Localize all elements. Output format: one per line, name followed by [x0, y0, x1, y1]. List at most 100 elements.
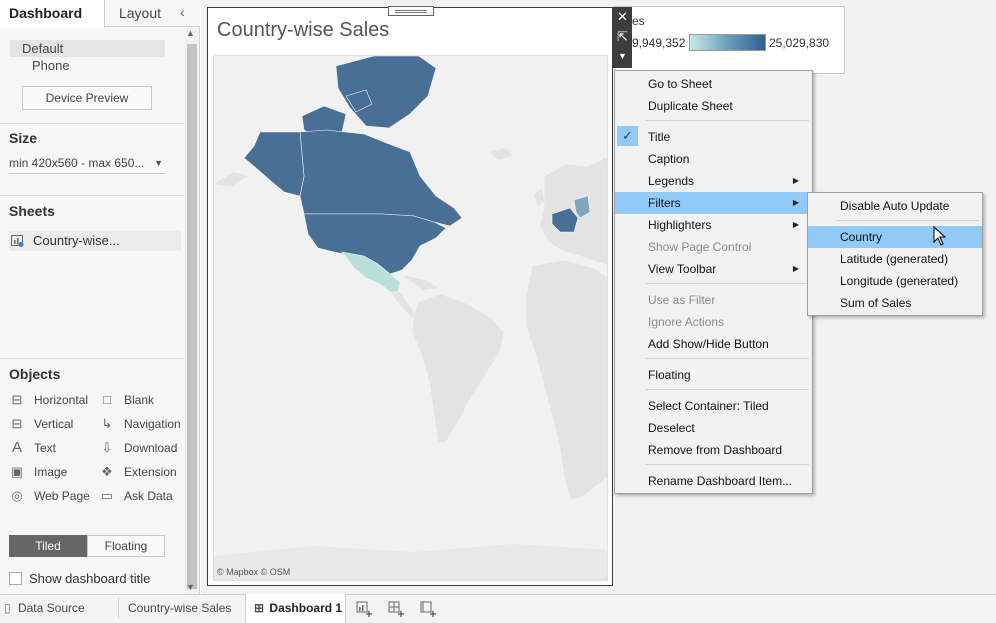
menu-item-label: Filters: [648, 196, 681, 210]
menu-item-rename-dashboard-item[interactable]: Rename Dashboard Item...: [615, 470, 812, 492]
legend-min-value: 9,949,352: [632, 36, 686, 50]
device-default[interactable]: Default: [10, 40, 165, 57]
zone-toolbar: ✕ ⇱ ▼: [613, 7, 632, 68]
legend-title: es: [632, 14, 645, 28]
menu-item-go-to-sheet[interactable]: Go to Sheet: [615, 73, 812, 95]
submenu-arrow-icon: ▶: [792, 264, 799, 273]
new-dashboard-icon[interactable]: [386, 598, 406, 618]
divider: [0, 123, 184, 124]
menu-item-ignore-actions: Ignore Actions: [648, 315, 725, 329]
uk-shape: [534, 188, 544, 206]
more-options-icon[interactable]: ▼: [613, 47, 632, 66]
left-pane: Dashboard Layout ‹ Default Phone Device …: [0, 0, 200, 594]
go-to-sheet-icon[interactable]: ⇱: [613, 27, 632, 46]
web-page-icon: ◎: [11, 488, 23, 503]
south-america-shape: [411, 293, 505, 443]
menu-item-legends[interactable]: Legends ▶: [615, 170, 812, 192]
objects-heading: Objects: [9, 366, 61, 382]
legend-color-ramp: [689, 34, 766, 51]
menu-item-view-toolbar[interactable]: View Toolbar ▶: [615, 258, 812, 280]
scroll-up-icon[interactable]: ▲: [186, 28, 195, 38]
menu-item-filters[interactable]: Filters ▶: [615, 192, 812, 214]
caribbean-shape: [404, 276, 438, 290]
database-icon: ▯: [4, 601, 11, 615]
menu-item-caption[interactable]: Caption: [615, 148, 812, 170]
world-map: [214, 56, 607, 580]
menu-separator: [646, 283, 809, 284]
horizontal-container-icon: ⊟: [11, 392, 23, 407]
floating-toggle[interactable]: Floating: [87, 535, 165, 557]
submenu-arrow-icon: ▶: [792, 220, 799, 229]
menu-item-label: View Toolbar: [648, 262, 717, 276]
submenu-arrow-icon: ▶: [792, 198, 799, 207]
map-attribution: © Mapbox © OSM: [217, 567, 291, 577]
sheet-item-country-wise[interactable]: Country-wise...: [9, 231, 181, 251]
vertical-container-icon: ⊟: [11, 416, 23, 431]
menu-item-use-as-filter: Use as Filter: [648, 293, 716, 307]
collapse-pane-icon[interactable]: ‹: [180, 4, 185, 20]
submenu-item-disable-auto-update[interactable]: Disable Auto Update: [808, 195, 982, 217]
menu-separator: [646, 464, 809, 465]
sheets-heading: Sheets: [9, 203, 55, 219]
greenland-shape: [335, 56, 437, 129]
tab-separator: [118, 598, 119, 618]
zone-drag-handle[interactable]: [388, 6, 434, 16]
tab-country-wise-sales[interactable]: Country-wise Sales: [128, 594, 231, 623]
size-value: min 420x560 - max 650...: [9, 156, 145, 170]
text-icon: A: [11, 439, 22, 456]
map-view[interactable]: [213, 55, 608, 581]
menu-item-highlighters[interactable]: Highlighters ▶: [615, 214, 812, 236]
sheet-item-label: Country-wise...: [33, 233, 120, 248]
menu-item-title[interactable]: Title: [615, 126, 812, 148]
left-pane-scrollbar[interactable]: ▲ ▼: [185, 28, 199, 594]
device-phone[interactable]: Phone: [32, 58, 70, 73]
submenu-item-latitude[interactable]: Latitude (generated): [808, 248, 982, 270]
ask-data-icon: ▭: [100, 488, 114, 503]
menu-item-label: Highlighters: [648, 218, 712, 232]
mouse-cursor-icon: [933, 226, 947, 246]
size-heading: Size: [9, 130, 38, 146]
left-pane-tabs: Dashboard Layout ‹: [0, 0, 200, 28]
menu-item-floating[interactable]: Floating: [615, 364, 812, 386]
scroll-down-icon[interactable]: ▼: [186, 582, 195, 592]
menu-item-show-page-control: Show Page Control: [648, 240, 752, 254]
menu-separator: [646, 120, 809, 121]
tab-layout[interactable]: Layout: [105, 0, 175, 27]
device-preview-button[interactable]: Device Preview: [22, 86, 152, 110]
menu-separator: [646, 358, 809, 359]
menu-item-deselect[interactable]: Deselect: [615, 417, 812, 439]
menu-item-duplicate-sheet[interactable]: Duplicate Sheet: [615, 95, 812, 117]
new-story-icon[interactable]: [418, 598, 438, 618]
menu-item-add-show-hide-button[interactable]: Add Show/Hide Button: [615, 333, 812, 355]
russia-east-shape: [214, 172, 248, 186]
alaska-shape: [243, 131, 305, 197]
image-icon: ▣: [10, 464, 24, 479]
iceland-shape: [490, 148, 512, 160]
menu-separator: [836, 220, 979, 221]
menu-item-remove-from-dashboard[interactable]: Remove from Dashboard: [615, 439, 812, 461]
new-worksheet-icon[interactable]: [354, 598, 374, 618]
africa-shape: [525, 259, 607, 501]
download-icon: ⇩: [101, 440, 113, 455]
size-dropdown[interactable]: min 420x560 - max 650... ▼: [9, 152, 165, 174]
tab-dashboard[interactable]: Dashboard: [0, 0, 105, 28]
worksheet-icon: [11, 235, 24, 247]
zone-title: Country-wise Sales: [217, 19, 390, 41]
menu-item-select-container[interactable]: Select Container: Tiled: [615, 395, 812, 417]
menu-separator: [646, 389, 809, 390]
blank-icon: □: [103, 392, 111, 407]
extension-icon: ❖: [101, 464, 113, 479]
legend-max-value: 25,029,830: [769, 36, 830, 50]
navigation-icon: ↳: [101, 416, 113, 431]
submenu-arrow-icon: ▶: [792, 176, 799, 185]
tab-data-source[interactable]: ▯ Data Source: [4, 594, 85, 623]
chevron-down-icon: ▼: [154, 158, 163, 168]
tiled-toggle[interactable]: Tiled: [9, 535, 87, 557]
scrollbar-thumb[interactable]: [187, 44, 197, 589]
submenu-item-longitude[interactable]: Longitude (generated): [808, 270, 982, 292]
tab-dashboard-1[interactable]: ⊞ Dashboard 1: [245, 594, 346, 623]
submenu-item-sum-of-sales[interactable]: Sum of Sales: [808, 292, 982, 314]
submenu-item-country[interactable]: Country: [808, 226, 982, 248]
menu-item-label: Legends: [648, 174, 695, 188]
close-icon[interactable]: ✕: [613, 7, 632, 26]
